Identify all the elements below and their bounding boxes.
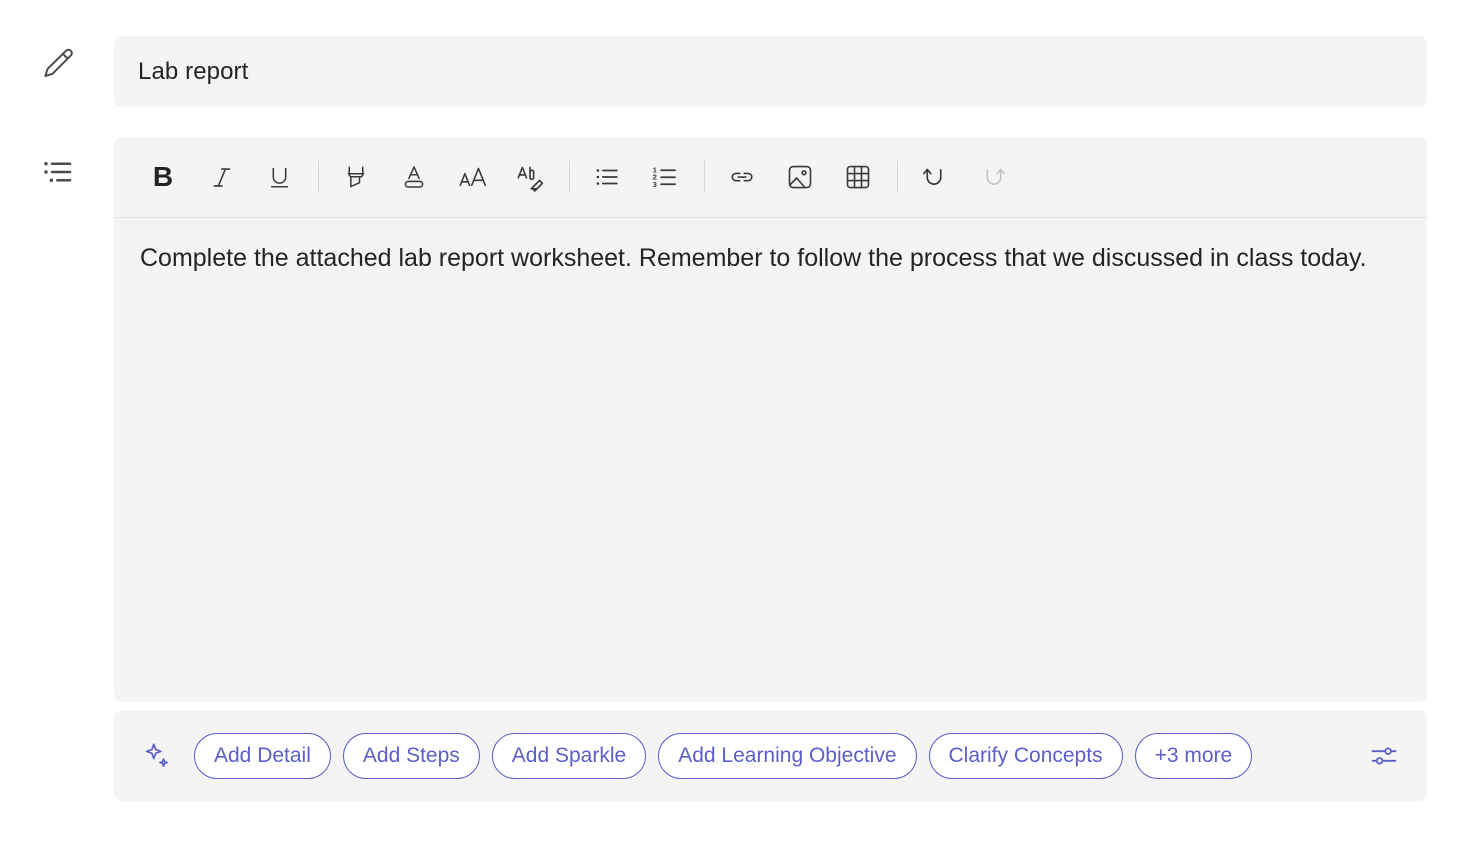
assignment-title-value: Lab report — [138, 57, 249, 85]
assignment-editor-page: Lab report B 1 2 3 Complete the attached… — [0, 0, 1460, 844]
link-icon[interactable] — [719, 154, 765, 200]
toolbar-divider — [569, 161, 570, 193]
suggestion-pill-clarify-concepts[interactable]: Clarify Concepts — [928, 732, 1123, 779]
rich-text-editor: B 1 2 3 Complete the attached lab report… — [114, 137, 1427, 702]
editor-toolbar: B 1 2 3 — [114, 137, 1427, 218]
font-size-icon[interactable] — [449, 154, 495, 200]
italic-icon[interactable] — [198, 154, 244, 200]
sparkle-icon — [140, 739, 174, 773]
suggestion-pill-more[interactable]: +3 more — [1134, 732, 1253, 779]
instructions-value: Complete the attached lab report workshe… — [140, 244, 1367, 272]
font-color-icon[interactable] — [391, 154, 437, 200]
toolbar-divider — [897, 161, 898, 193]
left-icon-rail — [30, 36, 92, 200]
svg-text:3: 3 — [653, 180, 657, 189]
pencil-icon — [30, 36, 86, 92]
numbered-list-icon[interactable]: 1 2 3 — [642, 154, 688, 200]
toolbar-divider — [318, 161, 319, 193]
table-icon[interactable] — [835, 154, 881, 200]
instructions-textarea[interactable]: Complete the attached lab report workshe… — [114, 218, 1427, 701]
suggestion-pill-add-learning-objective[interactable]: Add Learning Objective — [658, 732, 917, 779]
ai-suggestions-bar: Add Detail Add Steps Add Sparkle Add Lea… — [114, 710, 1427, 801]
clear-formatting-icon[interactable] — [507, 154, 553, 200]
toolbar-divider — [704, 161, 705, 193]
bulleted-list-icon[interactable] — [584, 154, 630, 200]
redo-icon[interactable] — [970, 154, 1016, 200]
suggestion-pill-add-steps[interactable]: Add Steps — [342, 732, 480, 779]
bulleted-list-icon — [30, 144, 86, 200]
bold-icon[interactable]: B — [140, 154, 186, 200]
suggestion-pill-add-sparkle[interactable]: Add Sparkle — [491, 732, 647, 779]
sliders-settings-icon[interactable] — [1363, 735, 1405, 777]
image-icon[interactable] — [777, 154, 823, 200]
suggestion-pill-add-detail[interactable]: Add Detail — [194, 732, 331, 779]
underline-icon[interactable] — [256, 154, 302, 200]
assignment-title-field[interactable]: Lab report — [114, 36, 1427, 107]
undo-icon[interactable] — [912, 154, 958, 200]
highlighter-icon[interactable] — [333, 154, 379, 200]
